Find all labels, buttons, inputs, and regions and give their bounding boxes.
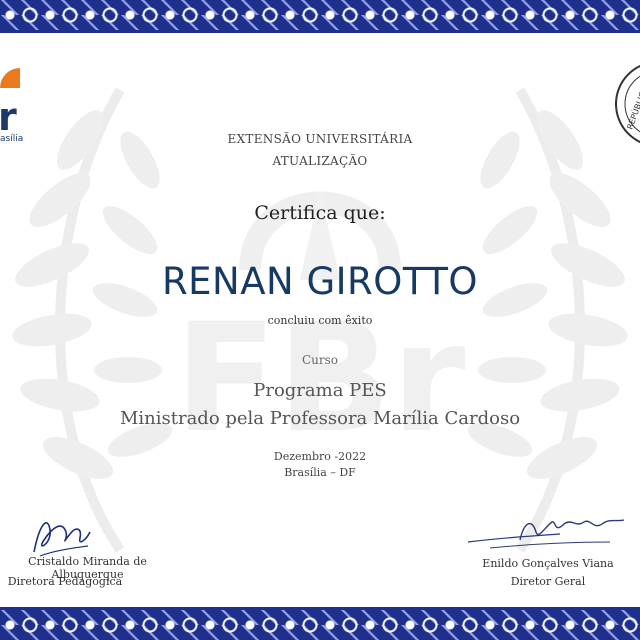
program-type: EXTENSÃO UNIVERSITÁRIA: [227, 132, 413, 146]
bottom-ornamental-border: [0, 610, 640, 640]
right-signatory-name: Enildo Gonçalves Viana: [482, 557, 614, 570]
right-signatory-role: Diretor Geral: [510, 575, 586, 588]
completion-text: concluiu com êxito: [267, 314, 373, 327]
top-ornamental-border: [0, 0, 640, 30]
issue-location: Brasília – DF: [284, 466, 356, 479]
issue-date: Dezembro -2022: [273, 450, 367, 463]
program-level: ATUALIZAÇÃO: [272, 154, 368, 168]
recipient-name: RENAN GIROTTO: [161, 260, 479, 303]
instructor-line: Ministrado pela Professora Marília Cardo…: [119, 408, 521, 429]
right-signature: [467, 519, 625, 549]
course-label: Curso: [301, 353, 339, 367]
certifies-heading: Certifica que:: [254, 202, 386, 224]
course-name: Programa PES: [253, 380, 387, 401]
left-signatory-role: Diretora Pedagógica: [7, 575, 123, 588]
